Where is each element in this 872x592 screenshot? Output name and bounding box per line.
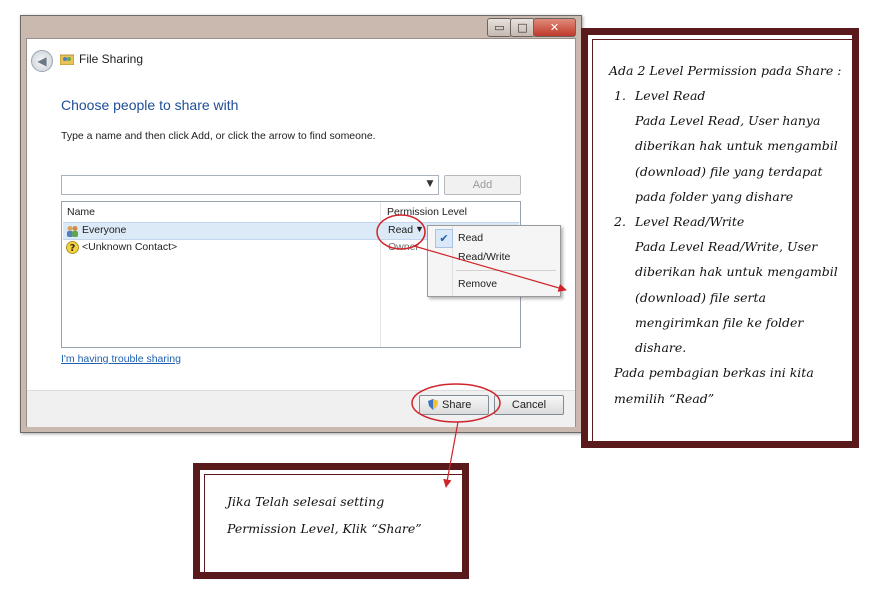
arrow-to-share-note	[443, 421, 459, 488]
arrow-to-permission-note	[413, 245, 567, 292]
annotation-overlay	[376, 214, 567, 488]
highlight-circle-read	[376, 214, 426, 250]
highlight-circle-share	[411, 383, 501, 423]
